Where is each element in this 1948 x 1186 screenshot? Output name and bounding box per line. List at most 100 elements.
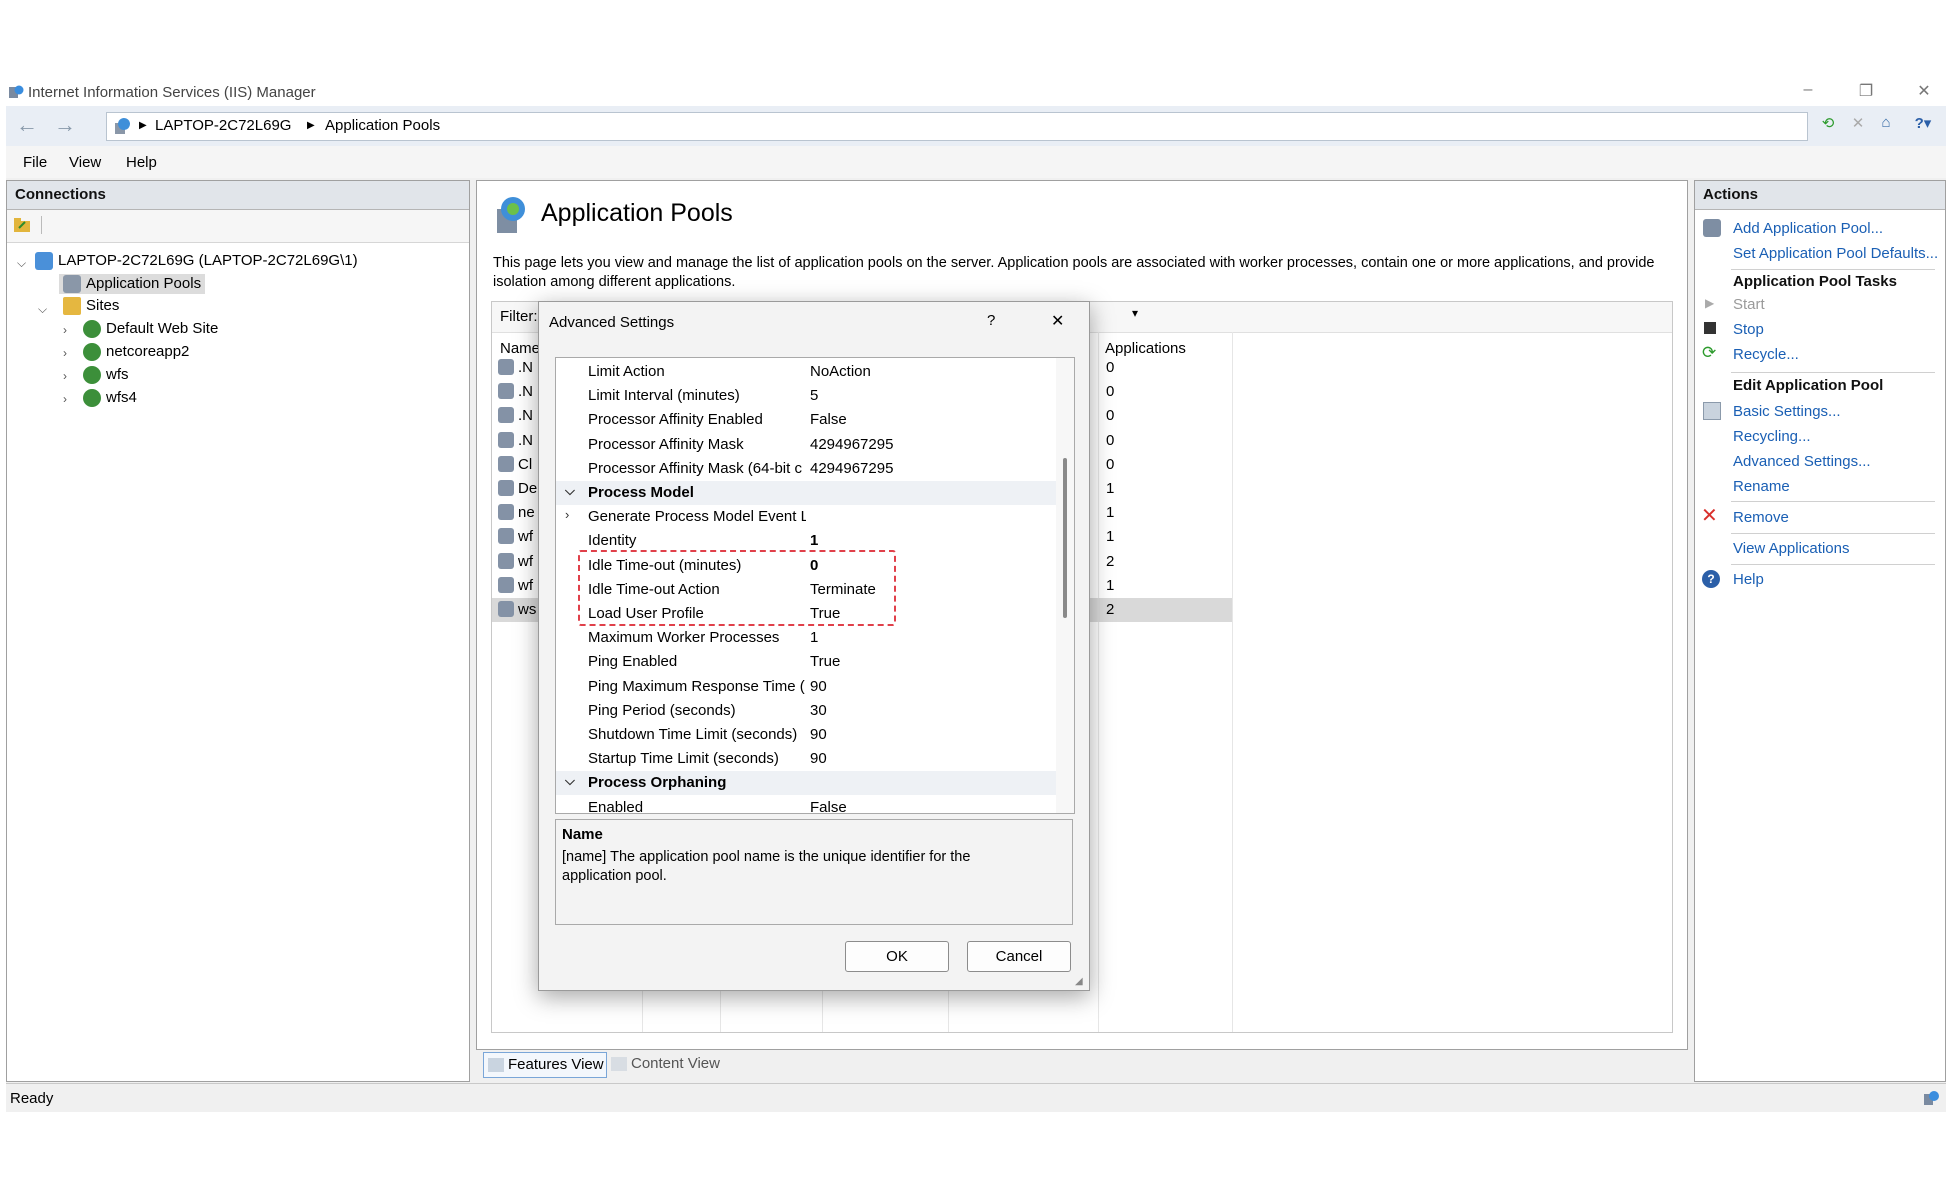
start-link[interactable]: Start bbox=[1733, 296, 1765, 313]
scrollbar-thumb[interactable] bbox=[1063, 458, 1067, 618]
home-icon[interactable]: ⌂ bbox=[1874, 114, 1898, 136]
chevron-right-icon[interactable]: › bbox=[63, 323, 67, 337]
site-label: netcoreapp2 bbox=[106, 343, 190, 360]
property-value[interactable]: False bbox=[810, 411, 847, 428]
property-value[interactable]: NoAction bbox=[810, 363, 871, 380]
property-row[interactable]: Processor Affinity Enabled False bbox=[556, 408, 1056, 432]
filter-dropdown-icon[interactable]: ▾ bbox=[1132, 306, 1138, 320]
property-value[interactable]: False bbox=[810, 799, 847, 813]
resize-grip-icon[interactable]: ◢ bbox=[1075, 976, 1083, 987]
property-row[interactable]: Maximum Worker Processes 1 bbox=[556, 626, 1056, 650]
property-row[interactable]: Enabled False bbox=[556, 796, 1056, 813]
chevron-down-icon[interactable]: ⌵ bbox=[565, 483, 575, 499]
status-text: Ready bbox=[10, 1090, 54, 1107]
restore-button[interactable]: ❐ bbox=[1846, 81, 1886, 103]
ok-button[interactable]: OK bbox=[845, 941, 949, 972]
content-view-tab[interactable]: Content View bbox=[611, 1052, 720, 1076]
tree-site-wfs[interactable]: wfs bbox=[83, 366, 129, 385]
tree-site-netcoreapp2[interactable]: netcoreapp2 bbox=[83, 343, 190, 362]
property-value[interactable]: 1 bbox=[810, 532, 818, 549]
dialog-help-button[interactable]: ? bbox=[987, 312, 995, 329]
remove-link[interactable]: Remove bbox=[1733, 509, 1789, 526]
property-row[interactable]: Ping Period (seconds) 30 bbox=[556, 699, 1056, 723]
column-applications[interactable]: Applications bbox=[1105, 340, 1186, 357]
property-value[interactable]: 1 bbox=[810, 629, 818, 646]
property-row[interactable]: Ping Enabled True bbox=[556, 650, 1056, 674]
rename-link[interactable]: Rename bbox=[1733, 478, 1790, 495]
property-row[interactable]: › Generate Process Model Event L bbox=[556, 505, 1056, 529]
chevron-down-icon[interactable]: ⌵ bbox=[17, 256, 26, 271]
breadcrumb-server[interactable]: LAPTOP-2C72L69G bbox=[155, 117, 291, 134]
property-value[interactable]: 4294967295 bbox=[810, 460, 893, 477]
property-row[interactable]: Startup Time Limit (seconds) 90 bbox=[556, 747, 1056, 771]
pool-name: De bbox=[518, 480, 538, 497]
stop-icon[interactable]: ✕ bbox=[1846, 114, 1870, 136]
back-arrow-icon[interactable]: ← bbox=[12, 113, 42, 139]
recycling-link[interactable]: Recycling... bbox=[1733, 428, 1811, 445]
breadcrumb[interactable]: ▶ LAPTOP-2C72L69G ▶ Application Pools bbox=[106, 112, 1808, 141]
tree-sites-label: Sites bbox=[86, 297, 120, 314]
pool-name: ne bbox=[518, 504, 535, 522]
property-grid-scrollbar[interactable] bbox=[1056, 358, 1074, 813]
column-name[interactable]: Name bbox=[500, 340, 540, 357]
tree-server-node[interactable]: LAPTOP-2C72L69G (LAPTOP-2C72L69G\1) bbox=[35, 252, 358, 271]
forward-arrow-icon[interactable]: → bbox=[50, 113, 80, 139]
advanced-settings-link[interactable]: Advanced Settings... bbox=[1733, 453, 1871, 470]
chevron-right-icon[interactable]: › bbox=[63, 369, 67, 383]
chevron-down-icon[interactable]: ⌵ bbox=[38, 302, 47, 317]
app-pool-icon bbox=[498, 601, 514, 617]
new-connection-icon[interactable] bbox=[13, 216, 33, 238]
view-applications-link[interactable]: View Applications bbox=[1733, 540, 1849, 557]
app-pool-icon bbox=[498, 480, 514, 496]
dialog-close-button[interactable]: ✕ bbox=[1051, 311, 1064, 331]
property-value[interactable]: 30 bbox=[810, 702, 827, 719]
tree-sites-node[interactable]: Sites bbox=[63, 297, 120, 316]
property-value[interactable]: 4294967295 bbox=[810, 436, 893, 453]
chevron-right-icon[interactable]: › bbox=[63, 392, 67, 406]
breadcrumb-app-pools[interactable]: Application Pools bbox=[325, 117, 440, 134]
content-view-label: Content View bbox=[631, 1055, 720, 1072]
set-pool-defaults-link[interactable]: Set Application Pool Defaults... bbox=[1733, 245, 1938, 262]
tree-site-default[interactable]: Default Web Site bbox=[83, 320, 218, 339]
close-window-button[interactable]: ✕ bbox=[1904, 81, 1944, 103]
help-link[interactable]: Help bbox=[1733, 571, 1764, 588]
add-application-pool-link[interactable]: Add Application Pool... bbox=[1733, 220, 1883, 237]
refresh-icon[interactable]: ⟲ bbox=[1816, 114, 1840, 136]
app-pool-icon bbox=[498, 576, 514, 593]
property-row[interactable]: Shutdown Time Limit (seconds) 90 bbox=[556, 723, 1056, 747]
property-row[interactable]: Limit Interval (minutes) 5 bbox=[556, 384, 1056, 408]
property-value[interactable]: 90 bbox=[810, 678, 827, 695]
property-grid[interactable]: Limit Action NoAction Limit Interval (minu… bbox=[555, 357, 1075, 814]
property-value[interactable]: 5 bbox=[810, 387, 818, 404]
basic-settings-link[interactable]: Basic Settings... bbox=[1733, 403, 1841, 420]
globe-icon bbox=[83, 343, 101, 362]
menu-view[interactable]: View bbox=[69, 154, 101, 171]
menu-help[interactable]: Help bbox=[126, 154, 157, 171]
features-view-tab[interactable]: Features View bbox=[483, 1052, 607, 1078]
property-value[interactable]: 90 bbox=[810, 750, 827, 767]
chevron-down-icon[interactable]: ⌵ bbox=[565, 773, 575, 789]
tree-site-wfs4[interactable]: wfs4 bbox=[83, 389, 137, 408]
property-row[interactable]: Ping Maximum Response Time (90 bbox=[556, 675, 1056, 699]
stop-link[interactable]: Stop bbox=[1733, 321, 1764, 338]
recycle-link[interactable]: Recycle... bbox=[1733, 346, 1799, 363]
chevron-right-icon[interactable]: › bbox=[565, 507, 569, 522]
tree-app-pools-node[interactable]: Application Pools bbox=[59, 274, 206, 295]
property-row[interactable]: Limit Action NoAction bbox=[556, 360, 1056, 384]
property-value[interactable]: True bbox=[810, 653, 840, 670]
help-dropdown-icon[interactable]: ?▾ bbox=[1906, 114, 1940, 136]
toolbar-separator bbox=[41, 216, 42, 234]
remove-icon: ✕ bbox=[1701, 505, 1718, 527]
cancel-button[interactable]: Cancel bbox=[967, 941, 1071, 972]
property-category[interactable]: ⌵ Process Model bbox=[556, 481, 1056, 505]
minimize-button[interactable]: – bbox=[1788, 81, 1828, 103]
recycle-icon: ⟳ bbox=[1702, 343, 1717, 362]
property-category[interactable]: ⌵ Process Orphaning bbox=[556, 771, 1056, 796]
app-pools-large-icon bbox=[491, 195, 531, 239]
menu-file[interactable]: File bbox=[23, 154, 47, 171]
property-row[interactable]: Processor Affinity Mask 4294967295 bbox=[556, 433, 1056, 457]
chevron-right-icon[interactable]: › bbox=[63, 346, 67, 360]
help-icon: ? bbox=[1702, 570, 1720, 588]
property-value[interactable]: 90 bbox=[810, 726, 827, 743]
property-row[interactable]: Processor Affinity Mask (64-bit c 4294967… bbox=[556, 457, 1056, 481]
